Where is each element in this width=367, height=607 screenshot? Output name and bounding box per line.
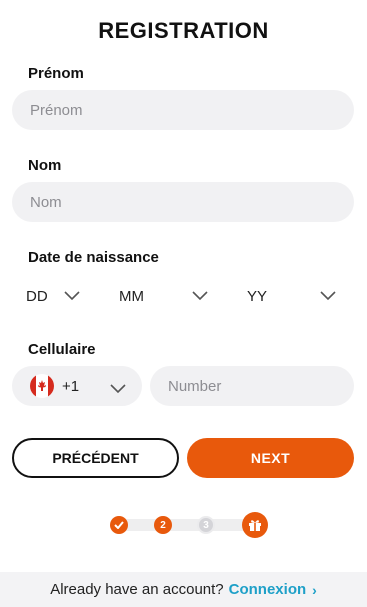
dob-year-select[interactable]: YY [247,284,336,308]
dob-day-value: DD [26,287,48,305]
progress-stepper: 2 3 [108,512,270,538]
country-code-value: +1 [62,377,80,395]
last-name-field[interactable] [12,182,354,222]
chevron-down-icon [110,384,126,394]
footer-prompt: Already have an account? [50,581,224,598]
stepper-track [116,519,262,531]
dob-day-select[interactable]: DD [26,284,80,308]
first-name-label: Prénom [28,65,84,82]
last-name-input[interactable] [30,182,354,222]
first-name-field[interactable] [12,90,354,130]
step-current: 2 [154,516,172,534]
dob-month-select[interactable]: MM [119,284,208,308]
login-footer: Already have an account? Connexion › [0,572,367,607]
phone-label: Cellulaire [28,341,96,358]
phone-number-field[interactable] [150,366,354,406]
step-completed [110,516,128,534]
next-button[interactable]: NEXT [187,438,354,478]
phone-number-input[interactable] [168,366,354,406]
dob-label: Date de naissance [28,249,159,266]
step-upcoming: 3 [197,516,215,534]
previous-button[interactable]: PRÉCÉDENT [12,438,179,478]
chevron-right-icon[interactable]: › [312,582,317,598]
first-name-input[interactable] [30,90,354,130]
canada-flag-icon [30,374,54,398]
step-reward [242,512,268,538]
check-icon [114,521,124,529]
chevron-down-icon [192,291,208,301]
chevron-down-icon [320,291,336,301]
dob-year-value: YY [247,287,268,305]
login-link[interactable]: Connexion [229,581,307,598]
gift-icon [249,520,261,531]
chevron-down-icon [64,291,80,301]
page-title: REGISTRATION [98,18,269,43]
country-code-select[interactable]: +1 [12,366,142,406]
dob-month-value: MM [119,287,144,305]
last-name-label: Nom [28,157,62,174]
